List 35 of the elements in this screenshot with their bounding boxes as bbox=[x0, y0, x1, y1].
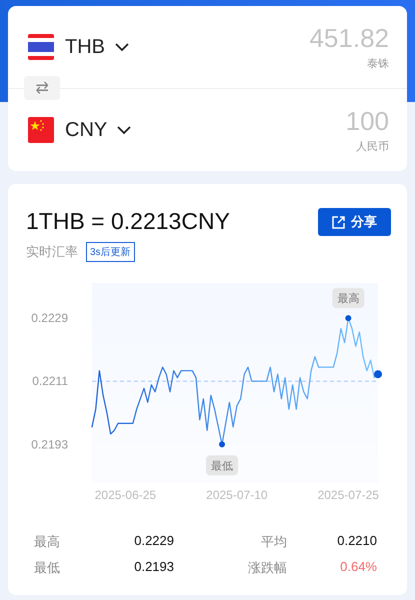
thailand-flag-icon bbox=[28, 34, 54, 60]
max-label: 最高 bbox=[337, 293, 360, 306]
currency-name: 人民币 bbox=[356, 140, 389, 154]
x-axis-label: 2025-07-10 bbox=[206, 488, 268, 502]
stat-value: 0.2229 bbox=[133, 533, 174, 550]
y-axis-label: 0.2211 bbox=[32, 374, 68, 388]
rate-subtitle: 实时汇率 bbox=[26, 243, 78, 261]
y-axis-label: 0.2229 bbox=[31, 311, 68, 326]
x-axis-label: 2025-06-25 bbox=[94, 488, 156, 502]
share-button[interactable]: 分享 bbox=[318, 208, 391, 236]
share-icon bbox=[332, 216, 345, 228]
rate-title: 1THB = 0.2213CNY bbox=[26, 208, 230, 236]
chevron-down-icon[interactable] bbox=[117, 126, 132, 134]
chevron-down-icon[interactable] bbox=[115, 42, 129, 52]
stat-label: 平均 bbox=[260, 533, 287, 551]
max-point bbox=[345, 315, 352, 322]
stat-label: 涨跌幅 bbox=[247, 559, 287, 577]
china-flag-icon bbox=[28, 117, 54, 143]
update-badge: 3s后更新 bbox=[86, 242, 135, 262]
currency-name: 泰铢 bbox=[367, 57, 389, 71]
swap-button[interactable]: ⇄ bbox=[24, 76, 60, 100]
stat-value: 0.64% bbox=[339, 559, 377, 576]
currency-code[interactable]: CNY bbox=[65, 118, 108, 142]
current-point bbox=[374, 370, 382, 378]
min-point bbox=[219, 441, 225, 448]
label-background bbox=[332, 288, 364, 308]
currency-code[interactable]: THB bbox=[65, 36, 105, 58]
x-axis-label: 2025-07-25 bbox=[318, 488, 379, 502]
stat-label: 最低 bbox=[34, 559, 61, 577]
y-axis-label: 0.2193 bbox=[31, 437, 68, 452]
min-label: 最低 bbox=[211, 460, 233, 472]
stat-label: 最高 bbox=[34, 533, 61, 551]
stat-value: 0.2210 bbox=[336, 533, 377, 550]
label-background bbox=[206, 455, 238, 476]
stat-value: 0.2193 bbox=[133, 559, 174, 576]
